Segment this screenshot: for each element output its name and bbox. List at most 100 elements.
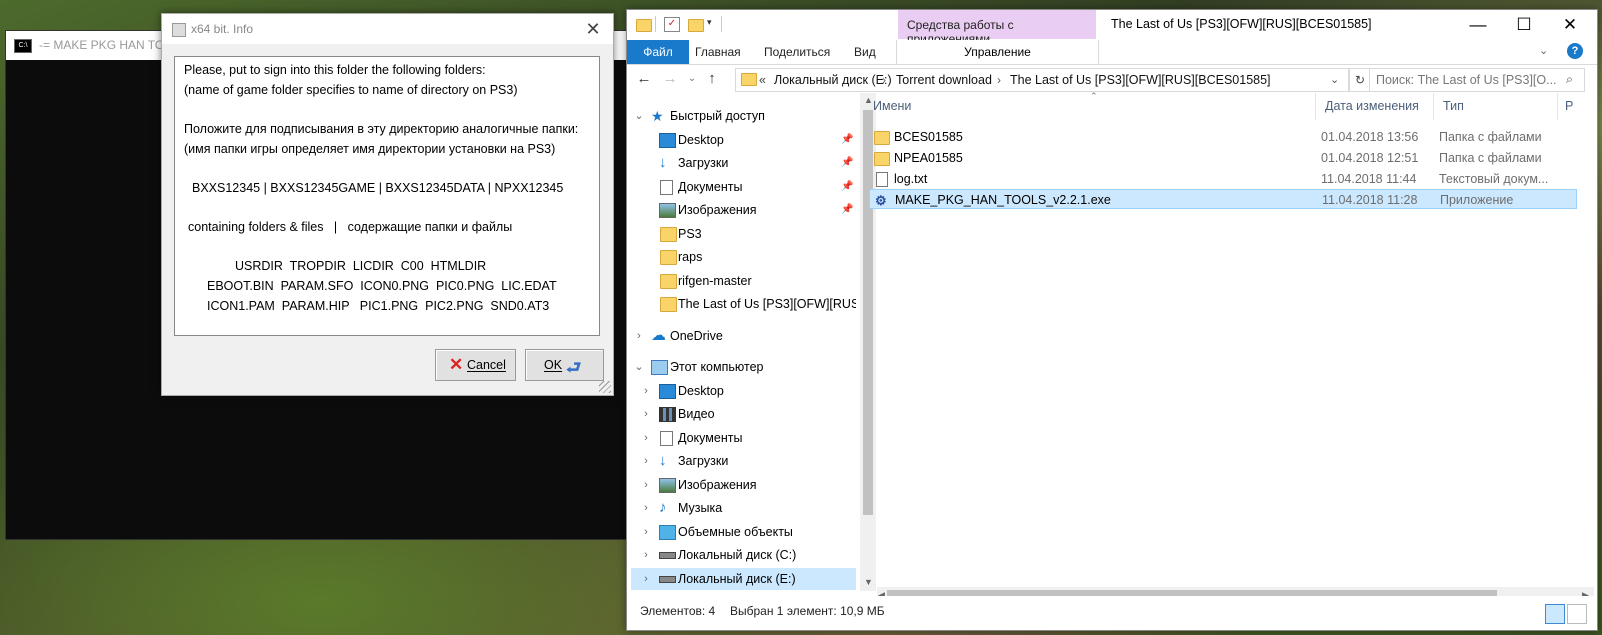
tab-share[interactable]: Поделиться xyxy=(764,45,830,59)
app-tools-tab[interactable]: Средства работы с приложениями xyxy=(898,10,1096,46)
column-size[interactable]: Р xyxy=(1565,99,1573,113)
chevron-right-icon[interactable]: › xyxy=(640,568,652,590)
close-icon[interactable]: ✕ xyxy=(581,18,605,40)
folder-icon xyxy=(660,227,677,242)
quick-access-dropdown-icon[interactable]: ▾ xyxy=(707,17,721,30)
nav-item[interactable]: The Last of Us [PS3][OFW][RUS][ xyxy=(631,293,856,315)
nav-item[interactable]: › Локальный диск (C:) xyxy=(631,544,856,566)
nav-item[interactable]: Изображения 📌 xyxy=(631,199,856,221)
maximize-icon[interactable]: ☐ xyxy=(1501,10,1547,40)
column-divider[interactable] xyxy=(1433,93,1434,120)
tab-home[interactable]: Главная xyxy=(695,45,741,59)
file-row[interactable]: BCES01585 01.04.2018 13:56 Папка с файла… xyxy=(869,127,1577,147)
ok-button[interactable]: OK ⮐ xyxy=(525,349,604,381)
info-line: (name of game folder specifies to name o… xyxy=(184,83,518,97)
chevron-right-icon[interactable]: › xyxy=(640,403,652,425)
dialog-titlebar[interactable]: x64 bit. Info ✕ xyxy=(162,14,613,44)
folder-icon xyxy=(660,297,677,312)
download-icon: ↓ xyxy=(659,154,667,171)
info-dialog: x64 bit. Info ✕ Please, put to sign into… xyxy=(161,13,614,396)
chevron-right-icon[interactable]: › xyxy=(640,450,652,472)
forward-arrow-icon[interactable]: → xyxy=(660,69,680,89)
nav-onedrive[interactable]: › ☁ OneDrive xyxy=(631,325,856,347)
chevron-right-icon[interactable]: › xyxy=(882,73,886,87)
nav-item[interactable]: rifgen-master xyxy=(631,270,856,292)
breadcrumb[interactable]: Torrent download xyxy=(896,73,992,87)
nav-item[interactable]: › Desktop xyxy=(631,380,856,402)
address-bar[interactable]: « Локальный диск (E:) › Torrent download… xyxy=(735,68,1349,92)
column-divider[interactable] xyxy=(1557,93,1558,120)
desktop-icon xyxy=(659,384,676,399)
tab-file[interactable]: Файл xyxy=(627,40,689,64)
refresh-icon[interactable]: ↻ xyxy=(1349,68,1371,92)
explorer-titlebar[interactable]: ✓ ▾ Средства работы с приложениями The L… xyxy=(627,10,1597,46)
cancel-button[interactable]: ✕ Cancel xyxy=(435,349,516,381)
chevron-right-icon[interactable]: › xyxy=(633,325,645,347)
nav-item[interactable]: › Видео xyxy=(631,403,856,425)
nav-item[interactable]: › ↓ Загрузки xyxy=(631,450,856,472)
chevron-down-icon[interactable]: ⌄ xyxy=(1330,73,1339,86)
pin-icon[interactable]: 📌 xyxy=(841,152,853,174)
back-arrow-icon[interactable]: ← xyxy=(634,69,654,89)
resize-grip[interactable] xyxy=(599,381,611,393)
minimize-icon[interactable]: — xyxy=(1455,10,1501,40)
nav-item[interactable]: raps xyxy=(631,246,856,268)
file-row[interactable]: NPEA01585 01.04.2018 12:51 Папка с файла… xyxy=(869,148,1577,168)
column-divider[interactable] xyxy=(1315,93,1316,120)
file-row[interactable]: log.txt 11.04.2018 11:44 Текстовый докум… xyxy=(869,169,1577,189)
breadcrumb[interactable]: The Last of Us [PS3][OFW][RUS][BCES01585… xyxy=(1010,73,1271,87)
file-row-selected[interactable]: ⚙ MAKE_PKG_HAN_TOOLS_v2.2.1.exe 11.04.20… xyxy=(869,189,1577,209)
chevron-right-icon[interactable]: › xyxy=(640,544,652,566)
nav-item[interactable]: › Документы xyxy=(631,427,856,449)
scroll-up-icon[interactable]: ▲ xyxy=(864,95,873,105)
overflow-crumb[interactable]: « xyxy=(759,73,766,87)
column-name[interactable]: Имени xyxy=(873,99,911,113)
nav-this-pc[interactable]: ⌄ Этот компьютер xyxy=(631,356,856,378)
folder-icon xyxy=(660,274,677,289)
breadcrumb[interactable]: Локальный диск (E:) xyxy=(774,73,892,87)
expand-ribbon-icon[interactable]: ⌄ xyxy=(1539,44,1548,57)
close-icon[interactable]: ✕ xyxy=(1547,10,1593,40)
nav-item[interactable]: ↓ Загрузки 📌 xyxy=(631,152,856,174)
chevron-right-icon[interactable]: › xyxy=(640,427,652,449)
search-input[interactable]: Поиск: The Last of Us [PS3][O... ⌕ xyxy=(1369,68,1585,92)
pin-icon[interactable]: 📌 xyxy=(841,199,853,221)
nav-item[interactable]: PS3 xyxy=(631,223,856,245)
tab-view[interactable]: Вид xyxy=(854,45,876,59)
chevron-right-icon[interactable]: › xyxy=(997,73,1001,87)
column-type[interactable]: Тип xyxy=(1443,99,1464,113)
tab-manage[interactable]: Управление xyxy=(896,40,1099,64)
new-folder-icon[interactable] xyxy=(688,17,704,32)
chevron-right-icon[interactable]: › xyxy=(640,380,652,402)
nav-item[interactable]: Документы 📌 xyxy=(631,176,856,198)
nav-item[interactable]: › Изображения xyxy=(631,474,856,496)
nav-item[interactable]: Desktop 📌 xyxy=(631,129,856,151)
help-icon[interactable]: ? xyxy=(1567,43,1583,59)
chevron-right-icon[interactable]: › xyxy=(640,497,652,519)
column-date[interactable]: Дата изменения xyxy=(1325,99,1419,113)
app-icon xyxy=(172,23,186,37)
chevron-down-icon[interactable]: ⌄ xyxy=(633,356,645,378)
chevron-right-icon[interactable]: › xyxy=(640,521,652,543)
pin-icon[interactable]: 📌 xyxy=(841,129,853,151)
drive-icon xyxy=(659,552,676,559)
pin-icon[interactable]: 📌 xyxy=(841,176,853,198)
scroll-down-icon[interactable]: ▼ xyxy=(864,577,873,587)
info-line: BXXS12345 | BXXS12345GAME | BXXS12345DAT… xyxy=(192,181,564,195)
text-file-icon xyxy=(876,172,888,187)
recent-locations-icon[interactable]: ⌄ xyxy=(682,69,702,89)
large-icons-view-icon[interactable] xyxy=(1567,604,1587,624)
nav-item-selected[interactable]: › Локальный диск (E:) xyxy=(631,568,856,590)
nav-item[interactable]: › Объемные объекты xyxy=(631,521,856,543)
nav-item[interactable]: › ♪ Музыка xyxy=(631,497,856,519)
chevron-down-icon[interactable]: ⌄ xyxy=(633,105,645,127)
info-line: containing folders & files | содержащие … xyxy=(188,220,513,234)
up-arrow-icon[interactable]: ↑ xyxy=(702,69,722,89)
details-view-icon[interactable] xyxy=(1545,604,1565,624)
ribbon-tabs: Файл Главная Поделиться Вид Управление ⌄… xyxy=(627,40,1597,65)
chevron-right-icon[interactable]: › xyxy=(640,474,652,496)
star-icon: ★ xyxy=(651,108,664,124)
nav-quick-access[interactable]: ⌄ ★ Быстрый доступ xyxy=(631,105,856,127)
sort-up-icon: ⌃ xyxy=(1090,91,1098,101)
properties-icon[interactable]: ✓ xyxy=(664,17,680,32)
